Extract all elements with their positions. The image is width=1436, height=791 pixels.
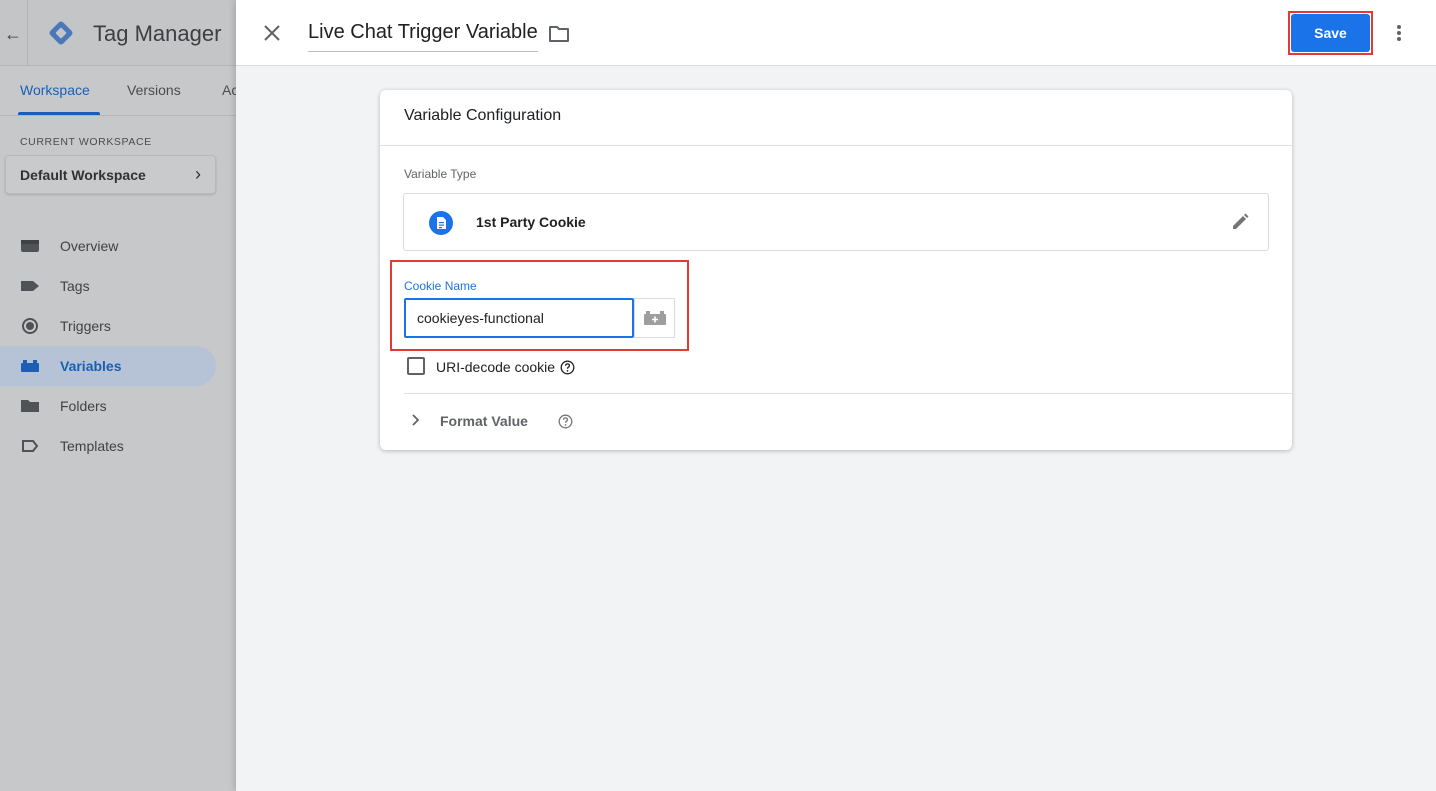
- back-arrow-icon[interactable]: ←: [4, 24, 22, 45]
- variable-configuration-card: Variable Configuration Variable Type 1st…: [380, 90, 1292, 450]
- sidebar-nav: Overview Tags Triggers Variables Folders…: [0, 226, 236, 466]
- workspace-name: Default Workspace: [20, 167, 146, 183]
- sidebar-item-label: Folders: [60, 398, 107, 414]
- app-name: Tag Manager: [93, 21, 222, 46]
- variable-type-name: 1st Party Cookie: [476, 214, 586, 230]
- tag-icon: [21, 281, 39, 291]
- more-vert-icon[interactable]: [1389, 22, 1409, 44]
- document-icon: [429, 211, 453, 235]
- sidebar-item-overview[interactable]: Overview: [0, 226, 216, 266]
- variables-icon: [21, 360, 39, 372]
- sidebar-item-variables[interactable]: Variables: [0, 346, 216, 386]
- overview-icon: [21, 240, 39, 252]
- pencil-edit-icon[interactable]: [1229, 211, 1251, 233]
- app-header: ← Tag Manager: [0, 0, 236, 66]
- template-icon: [22, 440, 39, 452]
- chevron-right-icon: ›: [195, 164, 201, 184]
- current-workspace-label: CURRENT WORKSPACE: [20, 136, 152, 148]
- insert-variable-button[interactable]: [634, 298, 675, 338]
- save-button[interactable]: Save: [1291, 14, 1370, 52]
- header-divider: [27, 0, 28, 66]
- tab-workspace[interactable]: Workspace: [20, 82, 90, 98]
- panel-header: Live Chat Trigger Variable Save: [236, 0, 1436, 66]
- sidebar-item-label: Overview: [60, 238, 119, 254]
- sidebar-item-tags[interactable]: Tags: [0, 266, 216, 306]
- folder-icon[interactable]: [548, 24, 570, 44]
- variable-editor-panel: Live Chat Trigger Variable Save Variable…: [236, 0, 1436, 791]
- sidebar-item-label: Triggers: [60, 318, 111, 334]
- sidebar-item-label: Tags: [60, 278, 90, 294]
- divider: [404, 393, 1292, 394]
- help-icon[interactable]: [560, 360, 575, 375]
- sidebar-item-templates[interactable]: Templates: [0, 426, 216, 466]
- sidebar-item-triggers[interactable]: Triggers: [0, 306, 216, 346]
- variable-type-selector[interactable]: 1st Party Cookie: [403, 193, 1269, 251]
- sidebar-item-label: Templates: [60, 438, 124, 454]
- format-value-toggle[interactable]: Format Value: [404, 404, 704, 438]
- trigger-icon: [22, 318, 38, 334]
- gtm-sidebar: ← Tag Manager Workspace Versions Ac CURR…: [0, 0, 238, 791]
- variable-name-field[interactable]: Live Chat Trigger Variable: [308, 18, 538, 52]
- chevron-right-icon: [412, 414, 420, 426]
- uri-decode-label: URI-decode cookie: [436, 359, 556, 375]
- sidebar-item-folders[interactable]: Folders: [0, 386, 216, 426]
- help-icon[interactable]: [558, 414, 573, 429]
- cookie-name-input[interactable]: [404, 298, 634, 338]
- uri-decode-checkbox[interactable]: [407, 357, 425, 375]
- format-value-label: Format Value: [440, 413, 528, 429]
- divider: [380, 145, 1292, 146]
- tab-versions[interactable]: Versions: [127, 82, 181, 98]
- workspace-tabs: Workspace Versions Ac: [0, 66, 238, 116]
- active-tab-indicator: [18, 112, 100, 115]
- folder-icon: [21, 400, 39, 412]
- close-icon[interactable]: [260, 21, 284, 45]
- card-title: Variable Configuration: [404, 107, 562, 124]
- workspace-selector[interactable]: Default Workspace ›: [5, 155, 216, 194]
- variable-type-label: Variable Type: [404, 167, 477, 181]
- sidebar-item-label: Variables: [60, 358, 122, 374]
- cookie-name-label: Cookie Name: [404, 279, 477, 293]
- add-variable-icon: [644, 311, 666, 325]
- panel-title: Live Chat Trigger Variable: [308, 21, 538, 43]
- tag-manager-logo-icon: [49, 21, 73, 45]
